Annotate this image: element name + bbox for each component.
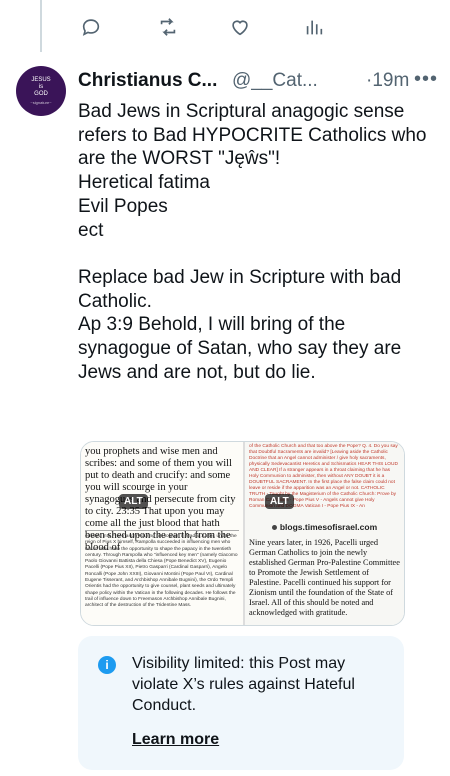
reply-button[interactable] — [78, 14, 104, 40]
repost-button[interactable] — [155, 14, 181, 40]
post-paragraph: Bad Jews in Scriptural anagogic sense re… — [78, 101, 427, 170]
avatar-text-line2: is — [38, 83, 44, 90]
reply-icon — [82, 19, 100, 36]
blog-url: blogs.timesofisrael.com — [279, 522, 378, 532]
repost-icon — [160, 18, 176, 36]
avatar[interactable]: JESUS is GOD ~signature~ — [16, 66, 66, 116]
learn-more-link[interactable]: Learn more — [132, 731, 219, 749]
analytics-icon — [306, 20, 323, 35]
post-paragraph: Heretical fatima — [78, 172, 210, 194]
article-text-left: enlisted into Freemasonry during his soj… — [85, 534, 238, 609]
post-text: Bad Jews in Scriptural anagogic sense re… — [78, 100, 438, 384]
avatar-signature: ~signature~ — [30, 99, 52, 105]
article-text-right: Nine years later, in 1926, Pacelli urged… — [249, 538, 400, 617]
post-header: Christianus C... @__Cat... ·19m ••• — [78, 68, 438, 96]
media-image-left[interactable]: you prophets and wise men and scribes: a… — [81, 442, 243, 625]
more-options-icon[interactable]: ••• — [414, 68, 438, 91]
media-image-right[interactable]: of the Catholic Church and that too abov… — [245, 442, 404, 625]
globe-icon — [271, 525, 277, 531]
image-divider — [85, 530, 239, 531]
avatar-text-line3: GOD — [34, 90, 48, 97]
post-paragraph: Ap 3:9 Behold, I will bring of the synag… — [78, 314, 402, 383]
post-paragraph: ect — [78, 219, 104, 241]
post-timestamp[interactable]: ·19m — [366, 70, 409, 92]
like-button[interactable] — [227, 14, 253, 40]
like-icon — [232, 20, 248, 36]
notice-text: Visibility limited: this Post may violat… — [132, 655, 355, 714]
alt-badge-right[interactable]: ALT — [265, 494, 294, 509]
blog-source-label: blogs.timesofisrael.com — [245, 522, 404, 532]
post-media[interactable]: you prophets and wise men and scribes: a… — [80, 441, 405, 626]
previous-post-actions — [78, 14, 338, 44]
post-paragraph: Evil Popes — [78, 195, 168, 217]
visibility-notice: i Visibility limited: this Post may viol… — [78, 636, 404, 770]
info-icon: i — [98, 656, 116, 674]
analytics-button[interactable] — [301, 14, 327, 40]
user-handle[interactable]: @__Cat... — [232, 70, 318, 92]
display-name[interactable]: Christianus C... — [78, 70, 217, 92]
post-paragraph: Replace bad Jew in Scripture with bad Ca… — [78, 266, 402, 312]
alt-badge-left[interactable]: ALT — [119, 494, 148, 509]
avatar-text-line1: JESUS — [31, 76, 51, 83]
thread-connector-line — [40, 0, 42, 52]
